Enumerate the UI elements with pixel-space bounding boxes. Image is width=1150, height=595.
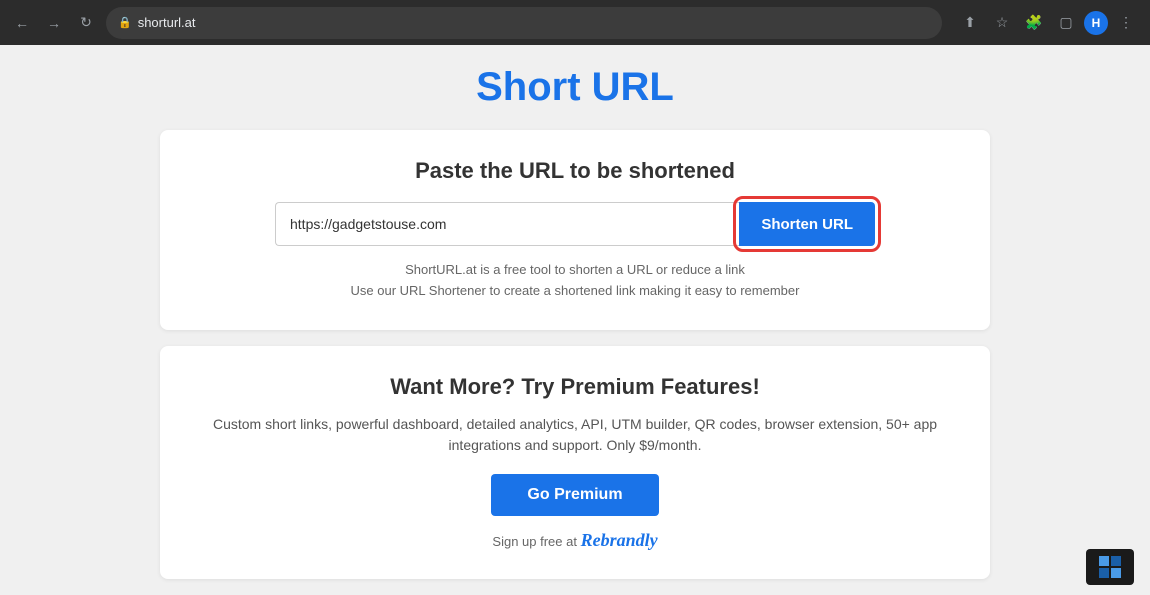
browser-actions: ⬆ ☆ 🧩 ▢ H ⋮	[956, 9, 1140, 37]
address-bar[interactable]: 🔒 shorturl.at	[106, 7, 942, 39]
menu-icon[interactable]: ⋮	[1112, 9, 1140, 37]
reload-button[interactable]: ↻	[74, 11, 98, 35]
shorten-card: Paste the URL to be shortened Shorten UR…	[160, 130, 990, 330]
extensions-icon[interactable]: 🧩	[1020, 9, 1048, 37]
share-icon[interactable]: ⬆	[956, 9, 984, 37]
page-content: Short URL Paste the URL to be shortened …	[0, 45, 1150, 595]
bookmark-icon[interactable]: ☆	[988, 9, 1016, 37]
shorten-btn-highlight: Shorten URL	[739, 202, 875, 246]
page-title: Short URL	[160, 65, 990, 110]
window-icon[interactable]: ▢	[1052, 9, 1080, 37]
lock-icon: 🔒	[118, 16, 132, 29]
url-input-row: Shorten URL	[275, 202, 875, 246]
badge-sq-4	[1111, 568, 1121, 578]
gadgets-badge	[1086, 549, 1134, 585]
desc-line1: ShortURL.at is a free tool to shorten a …	[405, 262, 745, 277]
avatar[interactable]: H	[1084, 11, 1108, 35]
rebrandly-logo: Rebrandly	[581, 530, 658, 550]
back-button[interactable]: ←	[10, 11, 34, 35]
signup-prefix: Sign up free at	[492, 534, 580, 549]
url-text: shorturl.at	[138, 15, 930, 30]
browser-chrome: ← → ↻ 🔒 shorturl.at ⬆ ☆ 🧩 ▢ H ⋮	[0, 0, 1150, 45]
badge-sq-1	[1099, 556, 1109, 566]
signup-text: Sign up free at Rebrandly	[190, 530, 960, 551]
premium-card: Want More? Try Premium Features! Custom …	[160, 346, 990, 579]
badge-sq-2	[1111, 556, 1121, 566]
badge-sq-3	[1099, 568, 1109, 578]
premium-heading: Want More? Try Premium Features!	[190, 374, 960, 400]
premium-description: Custom short links, powerful dashboard, …	[190, 414, 960, 456]
url-input[interactable]	[275, 202, 739, 246]
shorten-button[interactable]: Shorten URL	[739, 202, 875, 246]
badge-grid	[1099, 556, 1121, 578]
forward-button[interactable]: →	[42, 11, 66, 35]
shorten-card-heading: Paste the URL to be shortened	[190, 158, 960, 184]
desc-line2: Use our URL Shortener to create a shorte…	[351, 283, 800, 298]
go-premium-button[interactable]: Go Premium	[491, 474, 658, 516]
shorten-desc: ShortURL.at is a free tool to shorten a …	[190, 260, 960, 302]
